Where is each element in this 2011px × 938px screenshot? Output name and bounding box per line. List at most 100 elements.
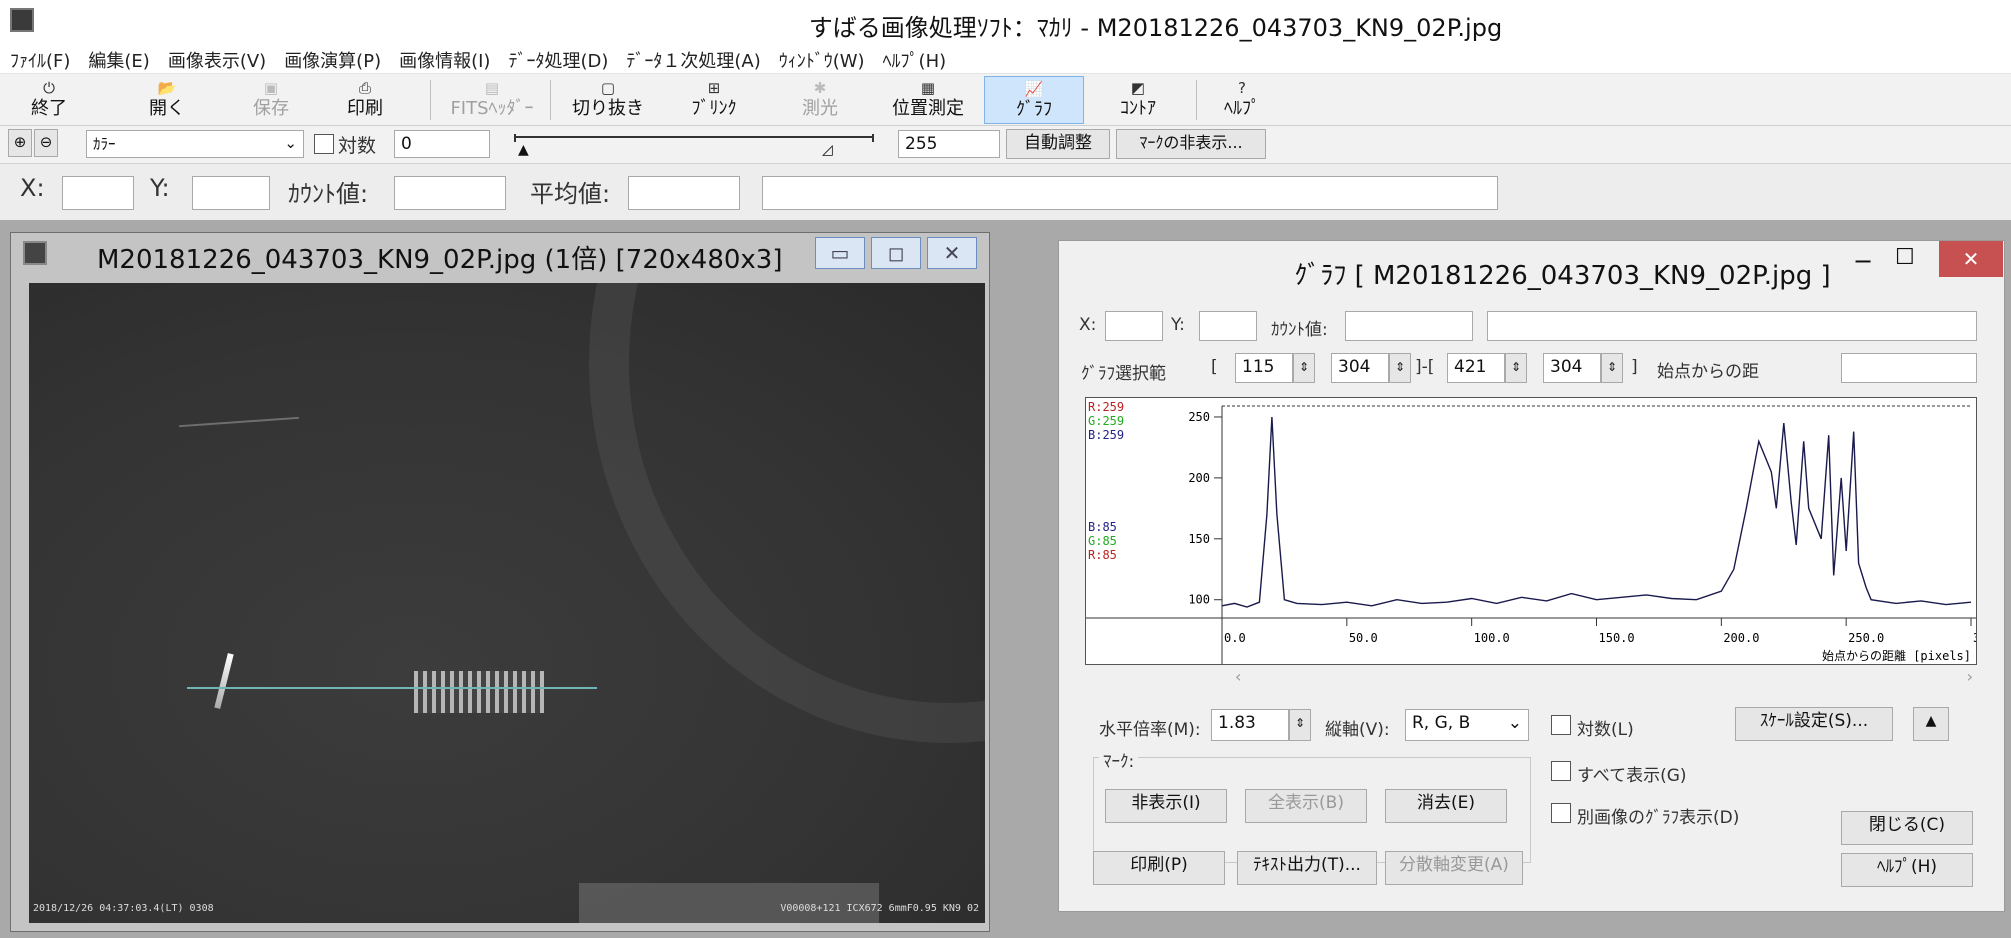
astrometry-button[interactable]: ▦ 位置測定: [878, 76, 978, 124]
image-canvas[interactable]: 2018/12/26 04:37:03.4(LT) 0308 V00008+12…: [29, 283, 985, 923]
scale-settings-button[interactable]: ｽｹｰﾙ設定(S)...: [1735, 707, 1893, 741]
log-checkbox[interactable]: [314, 134, 334, 154]
min-slider-thumb[interactable]: ▲: [518, 142, 529, 158]
scroll-right-icon[interactable]: ›: [1967, 667, 1973, 686]
print-button[interactable]: ⎙ 印刷: [330, 76, 400, 124]
other-graph-label: 別画像のｸﾞﾗﾌ表示(D): [1577, 808, 1740, 828]
photometry-button[interactable]: ✱ 測光: [788, 76, 852, 124]
dispersion-axis-button[interactable]: 分散軸変更(A): [1385, 851, 1523, 885]
contour-button[interactable]: ◩ ｺﾝﾄｱ: [1106, 76, 1170, 124]
graph-y-label: Y:: [1171, 315, 1185, 335]
contour-icon: ◩: [1130, 79, 1146, 97]
image-window: M20181226_043703_KN9_02P.jpg (1倍) [720x4…: [10, 232, 990, 932]
help-button[interactable]: ? ﾍﾙﾌﾟ: [1210, 76, 1274, 124]
power-icon: ⏻: [43, 79, 55, 97]
menu-calc[interactable]: 画像演算(P): [274, 44, 389, 73]
min-input[interactable]: 0: [394, 130, 490, 158]
hide-marks-button[interactable]: ﾏｰｸの非表示...: [1116, 129, 1266, 159]
graph-log-checkbox[interactable]: [1551, 715, 1571, 735]
range-x1-input[interactable]: 115: [1235, 353, 1293, 383]
quit-button[interactable]: ⏻ 終了: [14, 76, 84, 124]
menu-edit[interactable]: 編集(E): [78, 44, 157, 73]
max-input[interactable]: 255: [898, 130, 1000, 158]
selection-line[interactable]: [187, 687, 597, 689]
menu-file[interactable]: ﾌｧｲﾙ(F): [0, 44, 78, 73]
graph-button[interactable]: 📈 ｸﾞﾗﾌ: [984, 76, 1084, 124]
menu-info[interactable]: 画像情報(I): [389, 44, 498, 73]
open-button[interactable]: 📂 開く: [132, 76, 202, 124]
floppy-icon: ▣: [263, 79, 279, 97]
range-x2-input[interactable]: 421: [1447, 353, 1505, 383]
color-mode-select[interactable]: ｶﾗｰ ⌄: [86, 130, 304, 158]
graph-help-button[interactable]: ﾍﾙﾌﾟ(H): [1841, 853, 1973, 887]
y-label: Y:: [150, 174, 170, 202]
close-button[interactable]: 閉じる(C): [1841, 811, 1973, 845]
zoom-out-button[interactable]: ⊖: [34, 129, 58, 157]
spectrum-first-order: [414, 671, 544, 713]
menu-help[interactable]: ﾍﾙﾌﾟ(H): [873, 44, 955, 73]
minimize-icon[interactable]: −: [1853, 247, 1873, 275]
scroll-left-icon[interactable]: ‹: [1235, 667, 1241, 686]
image-window-title: M20181226_043703_KN9_02P.jpg (1倍) [720x4…: [97, 245, 783, 275]
graph-x-label: X:: [1079, 315, 1097, 335]
hscale-spinner[interactable]: ⇕: [1289, 709, 1311, 741]
show-all-marks-button[interactable]: 全表示(B): [1245, 789, 1367, 823]
menu-window[interactable]: ｳｨﾝﾄﾞｳ(W): [769, 44, 873, 73]
menu-primary[interactable]: ﾃﾞｰﾀ１次処理(A): [616, 44, 768, 73]
crop-button[interactable]: ▢ 切り抜き: [566, 76, 650, 124]
bracket-sep: ]-[: [1415, 357, 1435, 377]
blink-button[interactable]: ⊞ ﾌﾞﾘﾝｸ: [682, 76, 746, 124]
show-all-label: すべて表示(G): [1577, 766, 1687, 786]
x1-spinner[interactable]: ⇕: [1293, 353, 1315, 383]
close-icon[interactable]: ✕: [927, 237, 977, 269]
close-icon[interactable]: ✕: [1939, 241, 2003, 277]
auto-adjust-button[interactable]: 自動調整: [1006, 129, 1110, 159]
maximize-icon[interactable]: ☐: [1895, 245, 1915, 270]
chevron-down-icon: ⌄: [1507, 713, 1522, 733]
text-output-button[interactable]: ﾃｷｽﾄ出力(T)...: [1237, 851, 1377, 885]
count-value-field: [394, 176, 506, 210]
menu-view[interactable]: 画像表示(V): [158, 44, 274, 73]
spectrum-zero-order: [214, 653, 234, 709]
y2-spinner[interactable]: ⇕: [1601, 353, 1623, 383]
graph-plot[interactable]: R:259 G:259 B:259 B:85 G:85 R:85 100 150 2…: [1085, 397, 1977, 665]
max-slider-thumb[interactable]: ◿: [822, 142, 833, 158]
app-title-bar: すばる画像処理ｿﾌﾄ：ﾏｶﾘ - M20181226_043703_KN9_02…: [0, 0, 2011, 44]
count-label: ｶｳﾝﾄ値:: [288, 180, 369, 208]
x-value-field: [62, 176, 134, 210]
minimize-icon[interactable]: ▭: [815, 237, 865, 269]
show-all-checkbox[interactable]: [1551, 761, 1571, 781]
x-tick-label: 200.0: [1723, 631, 1759, 645]
range-slider[interactable]: ▲ ◿: [510, 134, 878, 158]
save-button[interactable]: ▣ 保存: [236, 76, 306, 124]
zoom-in-button[interactable]: ⊕: [8, 129, 32, 157]
chevron-down-icon: ⌄: [284, 134, 297, 152]
x-label: X:: [20, 174, 45, 202]
hscale-input[interactable]: 1.83: [1211, 709, 1289, 741]
fits-header-button[interactable]: ▤ FITSﾍｯﾀﾞｰ: [440, 76, 544, 124]
menu-bar: ﾌｧｲﾙ(F) 編集(E) 画像表示(V) 画像演算(P) 画像情報(I) ﾃﾞｰﾀ処理(…: [0, 44, 2011, 74]
graph-info-field: [1487, 311, 1977, 341]
erase-marks-button[interactable]: 消去(E): [1385, 789, 1507, 823]
menu-data[interactable]: ﾃﾞｰﾀ処理(D): [498, 44, 616, 73]
graph-window: ｸﾞﾗﾌ [ M20181226_043703_KN9_02P.jpg ] − …: [1058, 240, 2005, 912]
vaxis-select[interactable]: R, G, B ⌄: [1405, 709, 1529, 741]
y1-spinner[interactable]: ⇕: [1389, 353, 1411, 383]
range-y2-input[interactable]: 304: [1543, 353, 1601, 383]
x-axis-label: 始点からの距離 [pixels]: [1822, 649, 1971, 663]
graph-print-button[interactable]: 印刷(P): [1093, 851, 1225, 885]
hide-marks-graph-button[interactable]: 非表示(I): [1105, 789, 1227, 823]
bracket-open: [: [1211, 357, 1218, 377]
graph-count-label: ｶｳﾝﾄ値:: [1271, 320, 1328, 340]
collapse-button[interactable]: ▲: [1913, 707, 1949, 741]
mean-label: 平均値:: [530, 180, 611, 208]
graph-scrollbar[interactable]: ‹ ›: [1085, 667, 1977, 689]
other-graph-checkbox[interactable]: [1551, 803, 1571, 823]
range-y1-input[interactable]: 304: [1331, 353, 1389, 383]
x-tick-label: 50.0: [1349, 631, 1378, 645]
restore-icon[interactable]: ◻: [871, 237, 921, 269]
x2-spinner[interactable]: ⇕: [1505, 353, 1527, 383]
x-tick-label: 0.0: [1224, 631, 1246, 645]
meteor-streak: [179, 416, 299, 428]
blink-icon: ⊞: [707, 79, 721, 97]
